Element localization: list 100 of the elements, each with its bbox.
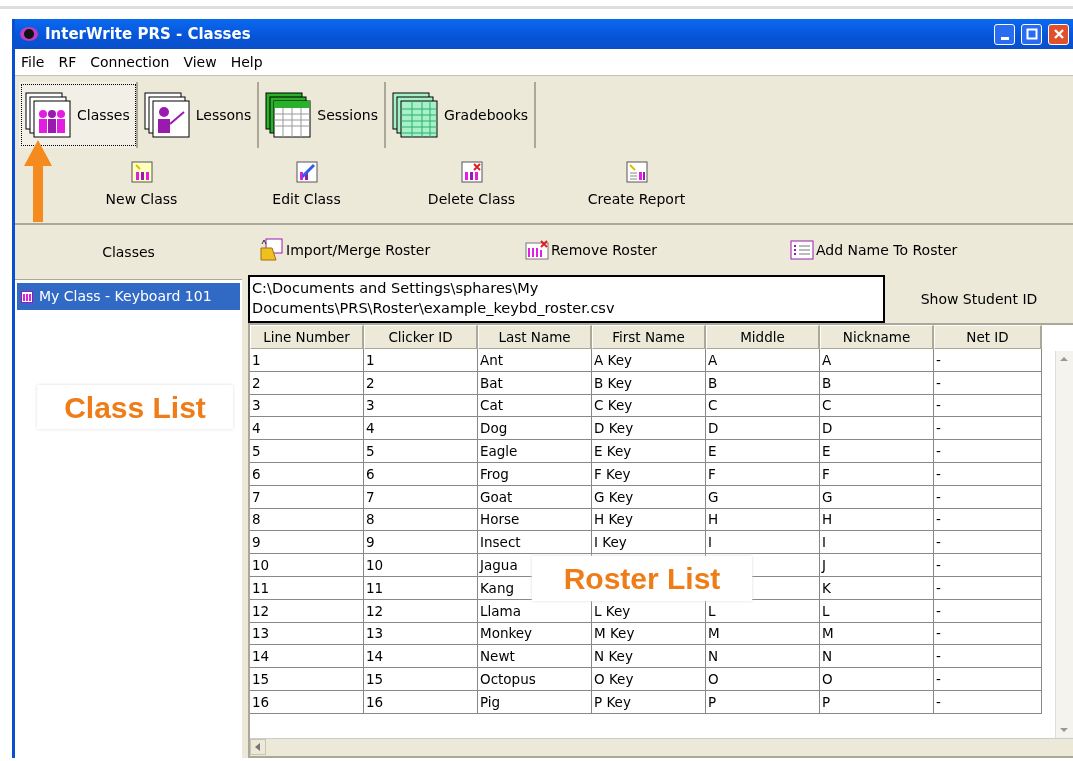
column-header[interactable]: Last Name [478, 325, 592, 349]
table-cell: N [820, 645, 934, 669]
table-cell: C [820, 394, 934, 418]
table-cell: - [934, 576, 1042, 600]
list-item[interactable]: My Class - Keyboard 101 [17, 283, 240, 310]
report-icon [625, 161, 648, 183]
tab[interactable]: Classes [19, 82, 138, 148]
menu-item[interactable]: Connection [90, 51, 170, 73]
table-cell: F [706, 463, 820, 486]
menu-item[interactable]: File [21, 51, 45, 73]
menu-item[interactable]: Help [230, 51, 263, 73]
table-cell: F [820, 463, 934, 486]
table-cell: 3 [250, 394, 364, 418]
toolbar-button[interactable]: Add Name To Roster [790, 238, 1050, 262]
table-cell: 9 [250, 531, 364, 555]
table-cell: H [706, 508, 820, 532]
path-field[interactable]: C:\Documents and Settings\sphares\My Documents\PRS\Roster\example_keybd_roster.csv [248, 275, 885, 323]
table-cell: 4 [364, 417, 478, 441]
minimize-button[interactable] [994, 23, 1015, 45]
table-cell: I [820, 531, 934, 555]
table-cell: 15 [250, 668, 364, 691]
table-cell: 2 [250, 371, 364, 395]
teacher-icon [143, 92, 190, 138]
remove-roster-icon [525, 238, 549, 262]
table-cell: Dog [478, 417, 592, 441]
table-cell: 7 [364, 485, 478, 509]
table-cell: 7 [250, 485, 364, 509]
table-cell: K [820, 576, 934, 600]
table-cell: 5 [364, 440, 478, 463]
toolbar-button[interactable]: Create Report [554, 161, 719, 210]
table-cell: A Key [592, 349, 706, 372]
table-cell: 1 [364, 349, 478, 372]
table-cell: 14 [250, 645, 364, 669]
toolbar-button[interactable]: Delete Class [389, 161, 554, 210]
table-cell: Frog [478, 463, 592, 486]
panel-header: Classes [15, 225, 242, 280]
table-cell: 8 [364, 508, 478, 532]
column-header[interactable]: Clicker ID [364, 325, 478, 349]
table-cell: E Key [592, 440, 706, 463]
table-cell: - [934, 463, 1042, 486]
table-cell: P [706, 690, 820, 714]
table-cell: 2 [364, 371, 478, 395]
table-cell: F Key [592, 463, 706, 486]
table-cell: 1 [250, 349, 364, 372]
table-cell: Eagle [478, 440, 592, 463]
menu-item[interactable]: RF [58, 51, 77, 73]
class-icon [21, 290, 33, 303]
maximize-button[interactable] [1021, 23, 1042, 45]
table-cell: 9 [364, 531, 478, 555]
table-cell: M [706, 622, 820, 646]
table-cell: - [934, 440, 1042, 463]
table-cell: J [820, 554, 934, 577]
table-cell: O [706, 668, 820, 691]
table-cell: - [934, 599, 1042, 623]
table-cell: Insect [478, 531, 592, 555]
table-cell: 10 [250, 554, 364, 577]
table-cell: 5 [250, 440, 364, 463]
table-cell: 12 [364, 599, 478, 623]
close-button[interactable] [1048, 23, 1069, 45]
table-cell: 13 [364, 622, 478, 646]
table-cell: Ant [478, 349, 592, 372]
table-cell: 12 [250, 599, 364, 623]
column-header[interactable]: First Name [592, 325, 706, 349]
table-cell: 8 [250, 508, 364, 532]
column-header[interactable]: Line Number [250, 325, 364, 349]
table-cell: G Key [592, 485, 706, 509]
table-cell: N Key [592, 645, 706, 669]
table-cell: - [934, 531, 1042, 555]
table-cell: - [934, 371, 1042, 395]
table-cell: B [706, 371, 820, 395]
toolbar-button[interactable]: Edit Class [224, 161, 389, 210]
app-logo-icon [19, 25, 39, 43]
table-cell: M Key [592, 622, 706, 646]
column-header[interactable]: Middle [706, 325, 820, 349]
table-cell: 6 [364, 463, 478, 486]
delete-class-icon [460, 161, 483, 183]
toolbar-button[interactable]: Remove Roster [525, 238, 790, 262]
toolbar-button[interactable]: New Class [59, 161, 224, 210]
table-cell: - [934, 554, 1042, 577]
maximize-icon [1025, 28, 1038, 40]
callout-label: Roster List [532, 556, 752, 601]
table-cell: 10 [364, 554, 478, 577]
table-cell: B Key [592, 371, 706, 395]
table-cell: Horse [478, 508, 592, 532]
table-cell: Newt [478, 645, 592, 669]
table-cell: 11 [364, 576, 478, 600]
table-cell: E [706, 440, 820, 463]
add-name-icon [790, 238, 814, 262]
table-cell: O [820, 668, 934, 691]
column-header[interactable]: Net ID [934, 325, 1042, 349]
column-header[interactable]: Nickname [820, 325, 934, 349]
table-cell: Octopus [478, 668, 592, 691]
table-cell: - [934, 349, 1042, 372]
menu-item[interactable]: View [183, 51, 217, 73]
toolbar-button[interactable]: Import/Merge Roster [260, 238, 525, 262]
table-cell: 16 [364, 690, 478, 714]
table-cell: - [934, 508, 1042, 532]
table-cell: Pig [478, 690, 592, 714]
window-title: InterWrite PRS - Classes [45, 23, 251, 45]
table-cell: - [934, 417, 1042, 441]
